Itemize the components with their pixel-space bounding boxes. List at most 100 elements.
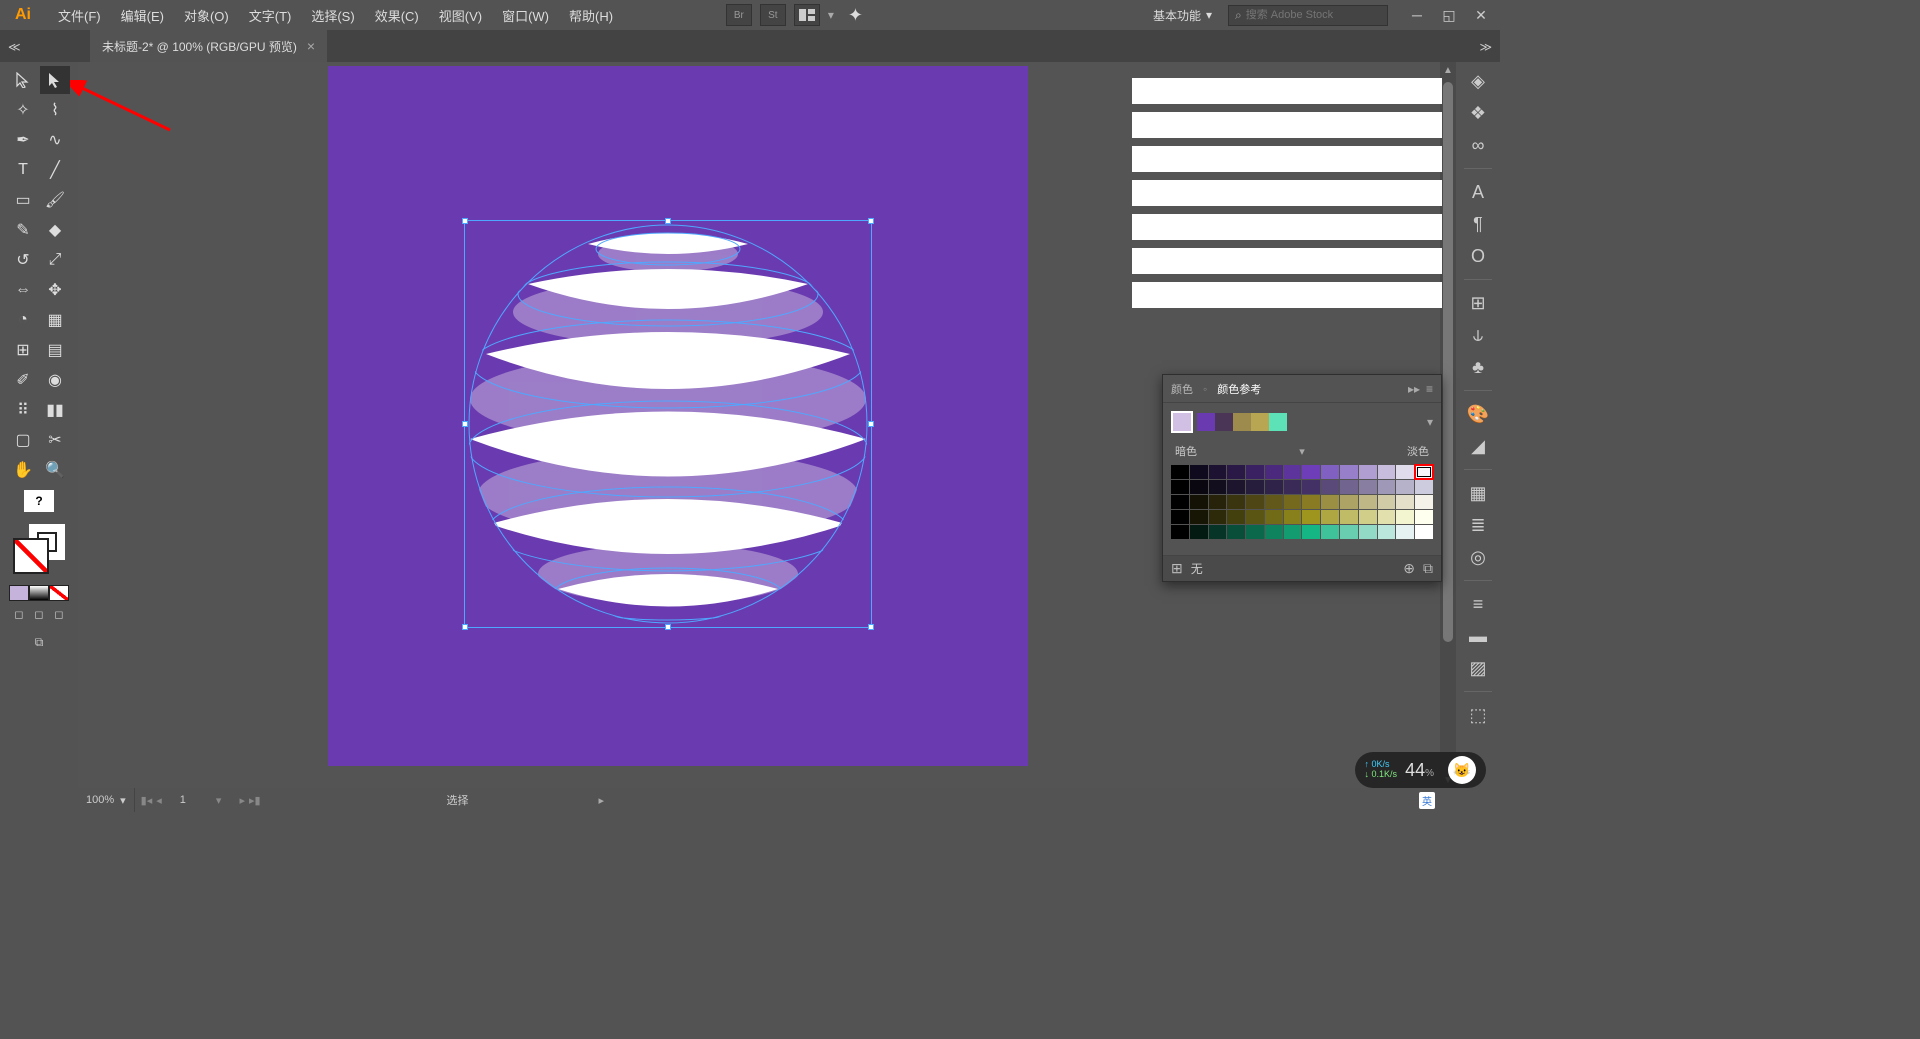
swatches-panel-icon[interactable]: ▦: [1462, 478, 1494, 508]
color-cell[interactable]: [1321, 495, 1339, 509]
stripe-1[interactable]: [1132, 78, 1442, 104]
color-guide-panel-icon[interactable]: ◢: [1462, 431, 1494, 461]
draw-inside[interactable]: ◻: [49, 605, 69, 623]
help-button[interactable]: ?: [24, 490, 54, 512]
color-cell[interactable]: [1378, 525, 1396, 539]
color-cell[interactable]: [1378, 510, 1396, 524]
stock-search[interactable]: ⌕: [1228, 5, 1388, 26]
transform-panel-icon[interactable]: ⊞: [1462, 288, 1494, 318]
color-cell[interactable]: [1302, 495, 1320, 509]
perspective-grid-tool[interactable]: ▦: [40, 306, 70, 334]
color-cell[interactable]: [1171, 495, 1189, 509]
color-cell[interactable]: [1321, 465, 1339, 479]
chevron-down-icon[interactable]: ▾: [828, 8, 834, 22]
pathfinder-panel-icon[interactable]: ♣: [1462, 352, 1494, 382]
color-cell[interactable]: [1359, 510, 1377, 524]
sel-handle-e[interactable]: [868, 421, 874, 427]
color-cell[interactable]: [1284, 480, 1302, 494]
sel-handle-sw[interactable]: [462, 624, 468, 630]
fill-swatch[interactable]: [13, 538, 49, 574]
eraser-tool[interactable]: ◆: [40, 216, 70, 244]
color-cell[interactable]: [1415, 480, 1433, 494]
zoom-tool[interactable]: 🔍: [40, 456, 70, 484]
tint-dropdown[interactable]: ▾: [1299, 445, 1305, 458]
hand-tool[interactable]: ✋: [8, 456, 38, 484]
stripe-5[interactable]: [1132, 214, 1442, 240]
color-cell[interactable]: [1359, 525, 1377, 539]
draw-behind[interactable]: ◻: [29, 605, 49, 623]
harmony-swatch[interactable]: [1197, 413, 1215, 431]
color-cell[interactable]: [1302, 510, 1320, 524]
sel-handle-s[interactable]: [665, 624, 671, 630]
ime-indicator[interactable]: 英: [1419, 792, 1435, 809]
next-artboard-button[interactable]: ▸: [239, 794, 245, 807]
properties-panel-icon[interactable]: ◈: [1462, 66, 1494, 96]
harmony-dropdown[interactable]: ▾: [1427, 415, 1433, 429]
color-cell[interactable]: [1246, 495, 1264, 509]
column-graph-tool[interactable]: ▮▮: [40, 396, 70, 424]
color-cell[interactable]: [1415, 495, 1433, 509]
expand-left-icon[interactable]: ≪: [8, 40, 21, 54]
character-panel-icon[interactable]: A: [1462, 177, 1494, 207]
free-transform-tool[interactable]: ✥: [40, 276, 70, 304]
scroll-thumb[interactable]: [1443, 82, 1453, 642]
assistant-face-icon[interactable]: 😺: [1448, 756, 1476, 784]
harmony-swatches[interactable]: [1197, 413, 1287, 431]
base-color-swatch[interactable]: [1171, 411, 1193, 433]
color-mode-none[interactable]: [49, 585, 69, 601]
expand-right-icon[interactable]: ≫: [1479, 40, 1492, 54]
color-cell[interactable]: [1265, 510, 1283, 524]
line-tool[interactable]: ╱: [40, 156, 70, 184]
rotate-tool[interactable]: ↺: [8, 246, 38, 274]
libraries-panel-icon[interactable]: ∞: [1462, 130, 1494, 160]
color-cell[interactable]: [1415, 465, 1433, 479]
menu-object[interactable]: 对象(O): [174, 0, 239, 30]
direct-selection-tool[interactable]: [40, 66, 70, 94]
color-cell[interactable]: [1396, 495, 1414, 509]
draw-normal[interactable]: ◻: [9, 605, 29, 623]
menu-window[interactable]: 窗口(W): [492, 0, 559, 30]
harmony-swatch[interactable]: [1233, 413, 1251, 431]
color-cell[interactable]: [1209, 465, 1227, 479]
appearance-panel-icon[interactable]: ⬚: [1462, 700, 1494, 730]
edit-colors-icon[interactable]: ⊕: [1403, 560, 1415, 577]
color-cell[interactable]: [1284, 465, 1302, 479]
color-cell[interactable]: [1378, 495, 1396, 509]
bridge-button[interactable]: Br: [726, 4, 752, 26]
shaper-tool[interactable]: ✎: [8, 216, 38, 244]
sel-handle-ne[interactable]: [868, 218, 874, 224]
color-cell[interactable]: [1190, 525, 1208, 539]
paragraph-panel-icon[interactable]: ¶: [1462, 209, 1494, 239]
color-cell[interactable]: [1340, 465, 1358, 479]
color-cell[interactable]: [1246, 525, 1264, 539]
menu-select[interactable]: 选择(S): [301, 0, 364, 30]
shape-builder-tool[interactable]: ◔: [8, 306, 38, 334]
color-cell[interactable]: [1227, 510, 1245, 524]
color-cell[interactable]: [1171, 510, 1189, 524]
panel-collapse-icon[interactable]: ▸▸: [1408, 382, 1420, 396]
color-cell[interactable]: [1209, 510, 1227, 524]
color-cell[interactable]: [1302, 480, 1320, 494]
rectangle-tool[interactable]: ▭: [8, 186, 38, 214]
selection-bounding-box[interactable]: [464, 220, 872, 628]
sel-handle-nw[interactable]: [462, 218, 468, 224]
menu-type[interactable]: 文字(T): [239, 0, 302, 30]
pen-tool[interactable]: ✒: [8, 126, 38, 154]
width-tool[interactable]: ⇔: [8, 276, 38, 304]
color-cell[interactable]: [1302, 465, 1320, 479]
sel-handle-n[interactable]: [665, 218, 671, 224]
color-cell[interactable]: [1321, 510, 1339, 524]
scale-tool[interactable]: ⤢: [40, 246, 70, 274]
type-tool[interactable]: T: [8, 156, 38, 184]
sel-handle-w[interactable]: [462, 421, 468, 427]
vertical-scrollbar[interactable]: ▲ ▼: [1440, 62, 1456, 788]
color-cell[interactable]: [1378, 480, 1396, 494]
menu-view[interactable]: 视图(V): [429, 0, 492, 30]
color-cell[interactable]: [1396, 525, 1414, 539]
gradient-panel-icon[interactable]: ▬: [1462, 621, 1494, 651]
color-cell[interactable]: [1190, 510, 1208, 524]
menu-edit[interactable]: 编辑(E): [111, 0, 174, 30]
stock-search-input[interactable]: [1246, 9, 1388, 21]
brushes-panel-icon[interactable]: ≣: [1462, 510, 1494, 540]
color-cell[interactable]: [1246, 480, 1264, 494]
